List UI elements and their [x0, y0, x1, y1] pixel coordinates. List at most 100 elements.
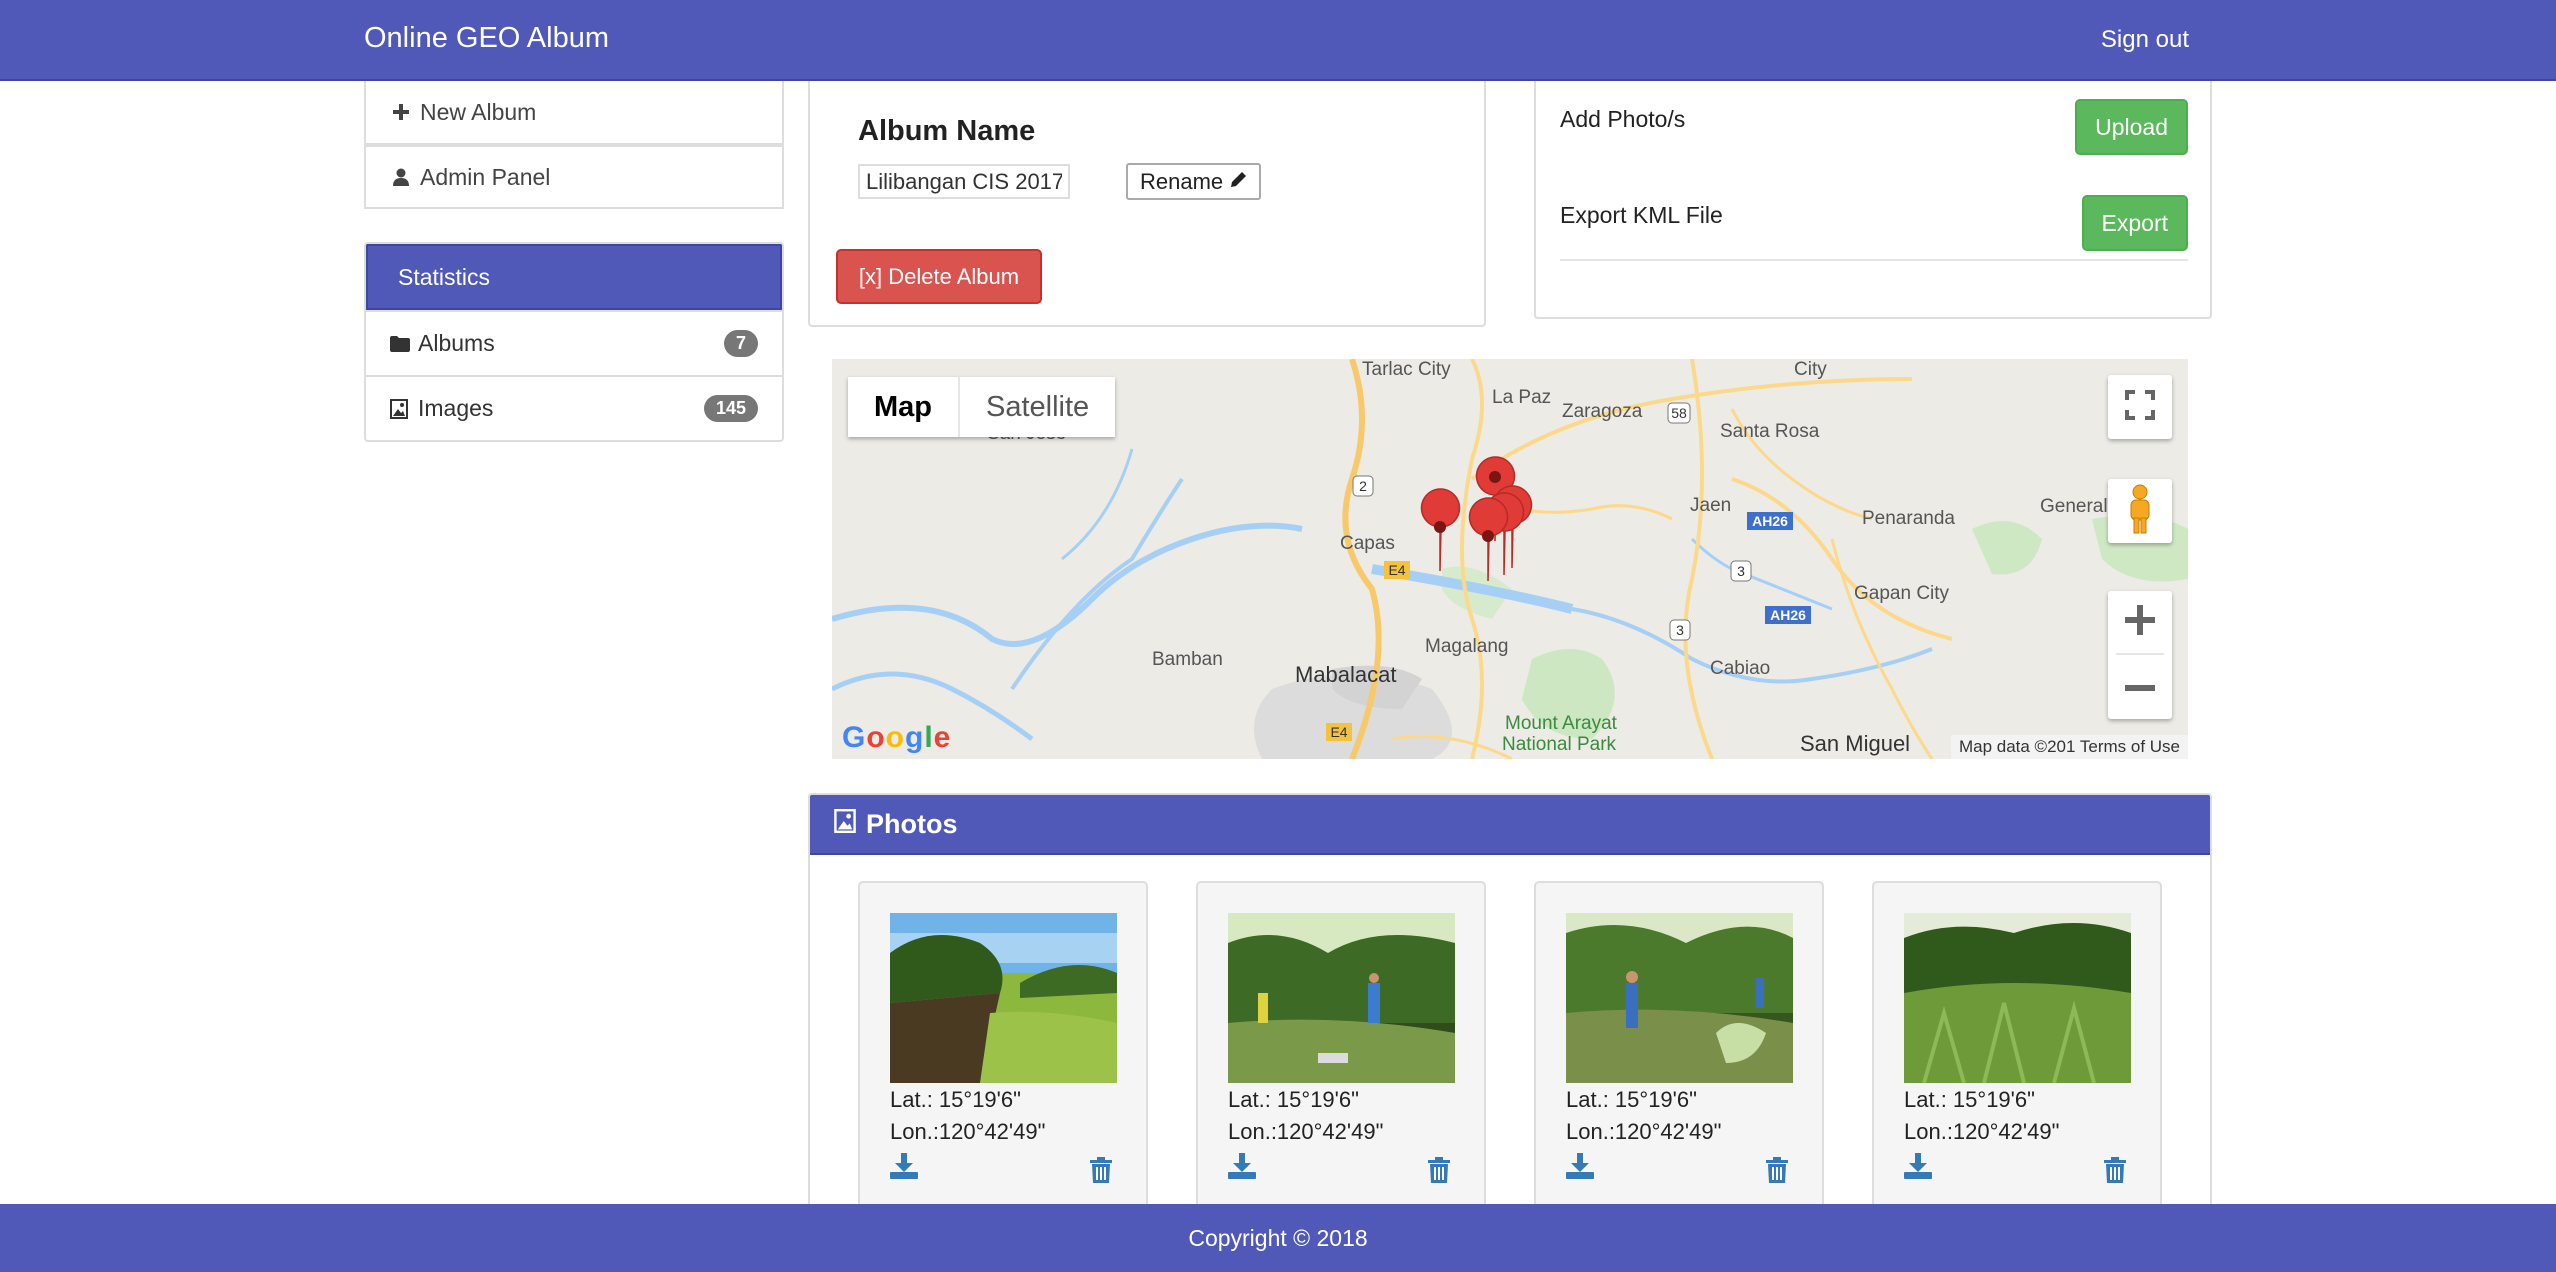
photo-card: Lat.: 15°19'6" Lon.:120°42'49"	[858, 881, 1148, 1211]
map-label-capas: Capas	[1340, 533, 1395, 554]
photo-latitude: Lat.: 15°19'6"	[1566, 1087, 1697, 1112]
map-label-mount-arayat: Mount Arayat	[1505, 713, 1618, 734]
image-icon	[390, 398, 412, 419]
rename-label: Rename	[1140, 168, 1224, 194]
image-icon	[834, 808, 856, 840]
map-label-santa-rosa: Santa Rosa	[1720, 421, 1820, 442]
photo-longitude: Lon.:120°42'49"	[1228, 1119, 1384, 1144]
road-shield-2: 2	[1359, 478, 1367, 494]
zoom-control	[2108, 591, 2172, 719]
images-count-badge: 145	[703, 395, 758, 422]
trash-icon[interactable]	[1428, 1157, 1450, 1188]
map-type-map-button[interactable]: Map	[848, 377, 960, 437]
download-icon[interactable]	[1228, 1153, 1256, 1184]
photo-thumbnail[interactable]	[1904, 913, 2131, 1083]
sidebar-item-label: New Album	[420, 98, 537, 125]
trash-icon[interactable]	[2104, 1157, 2126, 1188]
photo-longitude: Lon.:120°42'49"	[1904, 1119, 2060, 1144]
footer: Copyright © 2018	[0, 1204, 2556, 1272]
photos-header: Photos	[810, 795, 2210, 855]
photos-panel: Photos Lat.: 15°19'6" Lon.:120°42'49" La…	[808, 793, 2212, 1213]
map-attribution[interactable]: Map data ©201 Terms of Use	[1950, 735, 2188, 759]
upload-button[interactable]: Upload	[2075, 99, 2188, 155]
statistics-title: Statistics	[366, 244, 782, 310]
export-kml-label: Export KML File	[1560, 201, 1723, 228]
map-label-national-park: National Park	[1502, 734, 1617, 755]
map-label-cabiao: Cabiao	[1710, 658, 1770, 679]
map-label-city: City	[1794, 359, 1827, 380]
stat-label: Albums	[418, 330, 495, 356]
map-type-satellite-button[interactable]: Satellite	[960, 377, 1115, 437]
photo-latitude: Lat.: 15°19'6"	[890, 1087, 1021, 1112]
actions-divider	[1560, 259, 2188, 261]
folder-icon	[390, 335, 412, 352]
map-label-gapan-city: Gapan City	[1854, 583, 1950, 604]
stat-label: Images	[418, 395, 494, 421]
map-label-zaragoza: Zaragoza	[1562, 401, 1643, 422]
sidebar-item-new-album[interactable]: New Album	[364, 81, 784, 145]
trash-icon[interactable]	[1766, 1157, 1788, 1188]
map-label-general: General	[2040, 496, 2108, 517]
zoom-out-button[interactable]	[2125, 655, 2155, 719]
road-shield-ah26: AH26	[1770, 607, 1806, 623]
album-name-input[interactable]	[858, 164, 1070, 199]
rename-button[interactable]: Rename	[1126, 163, 1262, 200]
road-shield-58: 58	[1671, 405, 1687, 421]
photo-card: Lat.: 15°19'6" Lon.:120°42'49"	[1534, 881, 1824, 1211]
photo-longitude: Lon.:120°42'49"	[1566, 1119, 1722, 1144]
map-label-penaranda: Penaranda	[1862, 508, 1955, 529]
add-photo-row: Add Photo/s Upload	[1560, 99, 2188, 155]
copyright-text: Copyright © 2018	[1188, 1224, 1368, 1251]
download-icon[interactable]	[1904, 1153, 1932, 1184]
download-icon[interactable]	[1566, 1153, 1594, 1184]
top-navbar: Online GEO Album Sign out	[0, 0, 2556, 81]
delete-album-button[interactable]: [x] Delete Album	[836, 249, 1042, 304]
fullscreen-button[interactable]	[2108, 375, 2172, 439]
google-logo: Google	[842, 721, 952, 754]
photo-latitude: Lat.: 15°19'6"	[1228, 1087, 1359, 1112]
sidebar-menu: New Album Admin Panel	[364, 81, 784, 209]
stat-albums[interactable]: Albums 7	[366, 310, 782, 375]
download-icon[interactable]	[890, 1153, 918, 1184]
export-kml-row: Export KML File Export	[1560, 195, 2188, 251]
map-label-mabalacat: Mabalacat	[1295, 662, 1397, 687]
pegman-icon	[2126, 484, 2154, 539]
fullscreen-icon	[2125, 389, 2155, 425]
photo-thumbnail[interactable]	[890, 913, 1117, 1083]
plus-icon	[390, 104, 412, 120]
user-icon	[390, 168, 412, 186]
photo-thumbnail[interactable]	[1566, 913, 1793, 1083]
brand-link[interactable]: Online GEO Album	[364, 22, 609, 55]
road-shield-3: 3	[1737, 563, 1745, 579]
map-type-control: Map Satellite	[848, 377, 1116, 437]
album-actions-panel: Add Photo/s Upload Export KML File Expor…	[1534, 81, 2212, 319]
map-label-bamban: Bamban	[1152, 649, 1223, 670]
albums-count-badge: 7	[723, 330, 758, 357]
photo-thumbnail[interactable]	[1228, 913, 1455, 1083]
photos-title: Photos	[866, 808, 958, 839]
album-name-panel: Album Name Rename [x] Delete Album	[808, 81, 1486, 327]
export-button[interactable]: Export	[2081, 195, 2188, 251]
statistics-panel: Statistics Albums 7 Images 145	[364, 242, 784, 442]
street-view-pegman[interactable]	[2108, 479, 2172, 543]
map-label-la-paz: La Paz	[1492, 387, 1551, 408]
map-label-tarlac-city: Tarlac City	[1362, 359, 1451, 380]
photo-card: Lat.: 15°19'6" Lon.:120°42'49"	[1872, 881, 2162, 1211]
sidebar-item-admin-panel[interactable]: Admin Panel	[364, 145, 784, 209]
album-name-heading: Album Name	[858, 115, 1036, 147]
photo-card: Lat.: 15°19'6" Lon.:120°42'49"	[1196, 881, 1486, 1211]
photo-longitude: Lon.:120°42'49"	[890, 1119, 1046, 1144]
zoom-in-button[interactable]	[2116, 591, 2164, 655]
stat-images[interactable]: Images 145	[366, 375, 782, 440]
road-shield-e4: E4	[1388, 562, 1405, 578]
sign-out-link[interactable]: Sign out	[2101, 26, 2189, 54]
road-shield-3: 3	[1676, 622, 1684, 638]
map-label-jaen: Jaen	[1690, 495, 1731, 516]
map-label-magalang: Magalang	[1425, 636, 1508, 657]
road-shield-e4: E4	[1330, 724, 1347, 740]
road-shield-ah26: AH26	[1752, 513, 1788, 529]
trash-icon[interactable]	[1090, 1157, 1112, 1188]
plus-icon	[2125, 604, 2155, 640]
sidebar-item-label: Admin Panel	[420, 163, 551, 190]
google-map[interactable]: Tarlac City City La Paz Zaragoza Santa R…	[832, 359, 2188, 759]
